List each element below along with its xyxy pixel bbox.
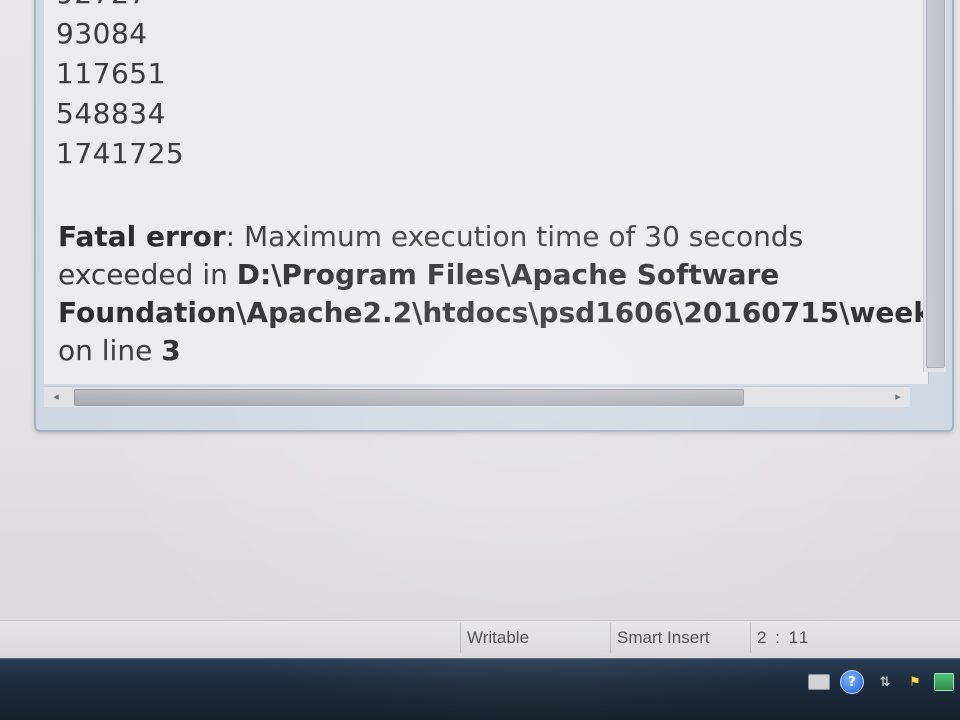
scroll-left-arrow-icon[interactable]: ◂ [48,389,64,405]
error-line-number: 3 [161,334,181,367]
error-path-part-2: Foundation\Apache2.2\htdocs\psd1606\2016… [58,296,929,329]
horizontal-scrollbar-thumb[interactable] [74,389,744,406]
error-line-4: on line 3 [58,332,928,370]
fatal-error-message: Fatal error: Maximum execution time of 3… [58,218,929,370]
error-line-2: exceeded in D:\Program Files\Apache Soft… [58,256,928,294]
error-line-prefix: on line [58,334,162,367]
network-icon[interactable] [934,673,954,691]
output-number-list: 92727 93084 117651 548834 1741725 [56,0,926,174]
keyboard-icon[interactable] [808,674,830,690]
vertical-scrollbar-thumb[interactable] [926,0,945,368]
error-line-3: Foundation\Apache2.2\htdocs\psd1606\2016… [58,294,929,332]
help-icon[interactable]: ? [840,670,864,694]
error-label: Fatal error [58,220,226,253]
error-line-1: Fatal error: Maximum execution time of 3… [58,218,928,256]
status-writable: Writable [460,623,599,653]
scroll-right-arrow-icon[interactable]: ▸ [890,389,906,405]
arrows-icon[interactable]: ⇅ [874,671,896,693]
taskbar: ? ⇅ ⚑ [0,658,960,720]
error-path-part-1: D:\Program Files\Apache Software [236,258,780,291]
output-number: 92727 [56,0,926,14]
screen: 92727 93084 117651 548834 1741725 Fatal … [0,0,960,720]
output-number: 548834 [56,97,166,130]
horizontal-scrollbar[interactable]: ◂ ▸ [44,386,910,407]
error-separator: : [225,220,236,253]
editor-status-bar: Writable Smart Insert 2 : 11 [0,620,960,657]
action-center-icon[interactable]: ⚑ [906,673,924,691]
output-number: 93084 [56,17,148,50]
status-insert-mode[interactable]: Smart Insert [610,623,743,653]
browser-window: 92727 93084 117651 548834 1741725 Fatal … [34,0,954,432]
output-number: 117651 [56,57,166,90]
error-message-part-2: exceeded in [58,258,237,291]
system-tray: ? ⇅ ⚑ [808,667,954,697]
vertical-scrollbar[interactable] [923,0,946,372]
status-cursor-position: 2 : 11 [750,623,837,653]
page-viewport: 92727 93084 117651 548834 1741725 Fatal … [44,0,929,384]
output-number: 1741725 [56,137,185,170]
error-message-part-1: Maximum execution time of 30 seconds [235,220,804,253]
